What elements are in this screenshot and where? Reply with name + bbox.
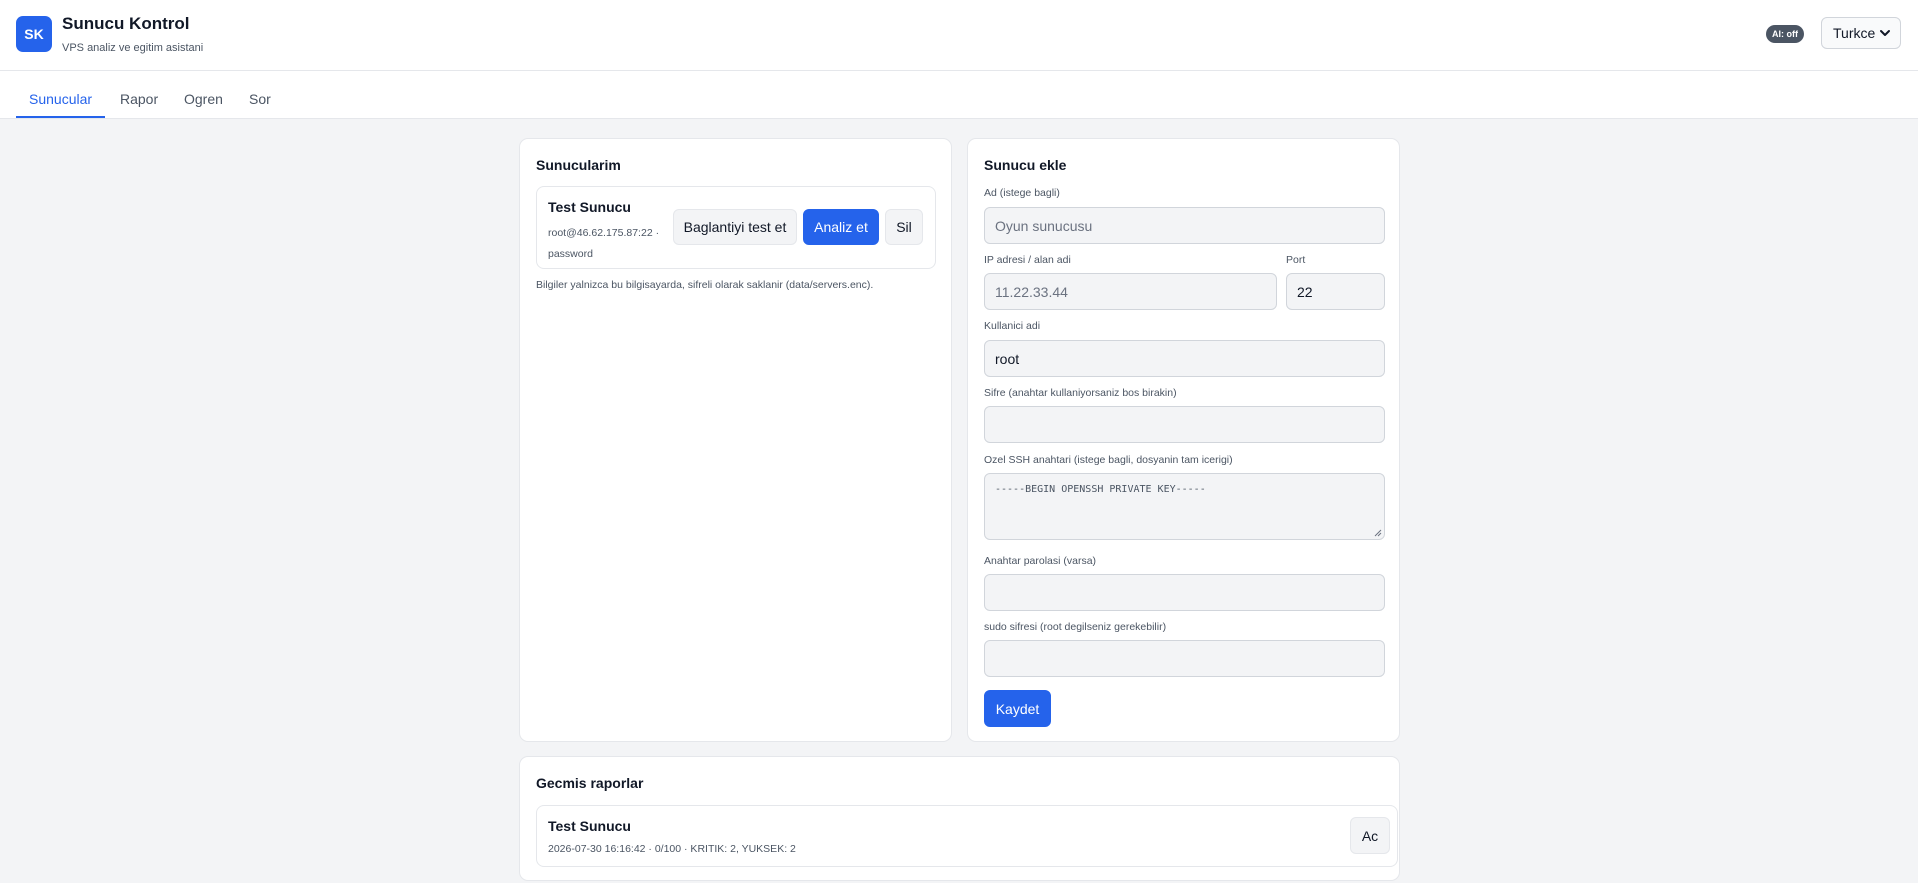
username-input-value: root (995, 350, 1020, 367)
servers-title: Sunucularim (536, 157, 621, 173)
main-tabs: Sunucular Rapor Ogren Sor (0, 71, 1918, 119)
port-label: Port (1286, 254, 1306, 266)
password-input[interactable] (984, 406, 1385, 443)
report-summary: 2026-07-30 16:16:42 · 0/100 · KRITIK: 2,… (548, 843, 796, 855)
tab-sunucular[interactable]: Sunucular (16, 71, 106, 118)
tab-sor[interactable]: Sor (236, 71, 284, 118)
ai-status-badge: AI: off (1766, 25, 1804, 43)
language-select[interactable]: Turkce (1821, 17, 1901, 49)
save-button[interactable]: Kaydet (984, 690, 1051, 727)
add-server-card: Sunucu ekle Ad (istege bagli) Oyun sunuc… (967, 138, 1400, 742)
name-input[interactable]: Oyun sunucusu (984, 207, 1385, 244)
ssh-key-label: Ozel SSH anahtari (istege bagli, dosyani… (984, 454, 1233, 466)
server-list-item: Test Sunucu root@46.62.175.87:22 · passw… (536, 186, 936, 269)
analyze-button[interactable]: Analiz et (803, 209, 879, 245)
ip-label: IP adresi / alan adi (984, 254, 1071, 266)
passphrase-label: Anahtar parolasi (varsa) (984, 555, 1097, 567)
sudo-password-input[interactable] (984, 640, 1385, 677)
server-connection-info: root@46.62.175.87:22 · password (548, 227, 660, 260)
servers-card: Sunucularim Test Sunucu root@46.62.175.8… (519, 138, 952, 742)
resize-handle-icon[interactable] (1374, 529, 1382, 537)
app-header: SK Sunucu Kontrol VPS analiz ve egitim a… (0, 0, 1918, 71)
tab-ogren[interactable]: Ogren (171, 71, 236, 118)
chevron-down-icon (1880, 30, 1890, 36)
passphrase-input[interactable] (984, 574, 1385, 611)
reports-title: Gecmis raporlar (536, 775, 644, 791)
sudo-password-label: sudo sifresi (root degilseniz gerekebili… (984, 621, 1167, 633)
name-input-placeholder: Oyun sunucusu (995, 217, 1093, 234)
add-server-title: Sunucu ekle (984, 157, 1067, 173)
reports-card: Gecmis raporlar Test Sunucu 2026-07-30 1… (519, 756, 1400, 881)
report-list-item: Test Sunucu 2026-07-30 16:16:42 · 0/100 … (536, 805, 1398, 867)
brand-logo: SK (16, 16, 52, 52)
port-input-value: 22 (1297, 283, 1313, 300)
ssh-key-textarea[interactable]: -----BEGIN OPENSSH PRIVATE KEY----- (984, 473, 1385, 540)
tab-rapor[interactable]: Rapor (107, 71, 171, 118)
ip-input-placeholder: 11.22.33.44 (995, 283, 1068, 300)
app-subtitle: VPS analiz ve egitim asistani (62, 42, 204, 54)
app-title: Sunucu Kontrol (62, 14, 190, 33)
language-select-value: Turkce (1833, 25, 1876, 41)
username-label: Kullanici adi (984, 320, 1041, 332)
open-report-button[interactable]: Ac (1350, 817, 1390, 854)
storage-note: Bilgiler yalnizca bu bilgisayarda, sifre… (536, 279, 874, 291)
server-name: Test Sunucu (548, 199, 631, 215)
report-server-name: Test Sunucu (548, 818, 631, 834)
name-label: Ad (istege bagli) (984, 187, 1060, 199)
test-connection-button[interactable]: Baglantiyi test et (673, 209, 797, 245)
port-input[interactable]: 22 (1286, 273, 1385, 310)
username-input[interactable]: root (984, 340, 1385, 377)
password-label: Sifre (anahtar kullaniyorsaniz bos birak… (984, 387, 1177, 399)
ip-input[interactable]: 11.22.33.44 (984, 273, 1277, 310)
ssh-key-placeholder: -----BEGIN OPENSSH PRIVATE KEY----- (995, 484, 1206, 495)
delete-server-button[interactable]: Sil (885, 209, 923, 245)
